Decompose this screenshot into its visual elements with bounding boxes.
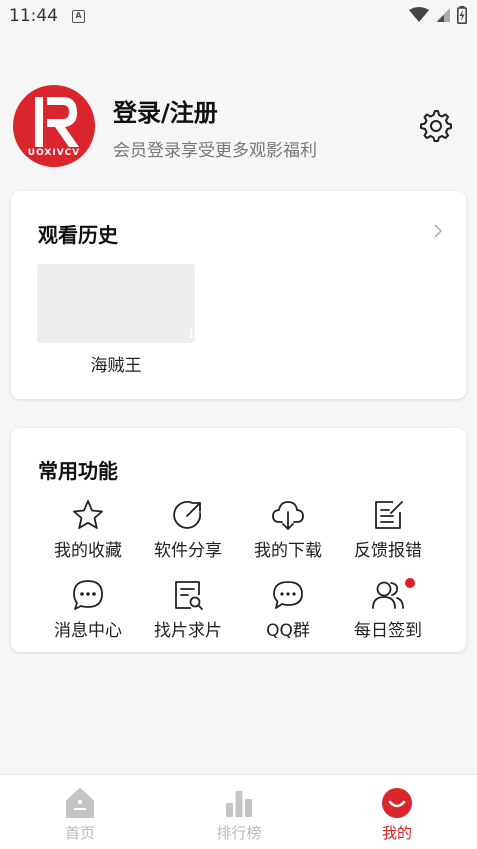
bar-chart-icon — [226, 791, 252, 817]
function-label: 软件分享 — [154, 541, 222, 561]
status-bar: 11:44 A — [0, 0, 477, 34]
signal-icon — [436, 8, 450, 22]
function-label: 消息中心 — [54, 621, 122, 641]
function-label: 每日签到 — [354, 621, 422, 641]
notification-badge — [405, 578, 415, 588]
status-time: 11:44 — [9, 6, 58, 26]
episode-number: 1 — [187, 327, 195, 341]
profile-header: UOXIVCV 登录/注册 会员登录享受更多观影福利 — [0, 80, 477, 172]
feedback-icon — [375, 501, 403, 529]
nav-ranking[interactable]: 排行榜 — [189, 787, 289, 843]
avatar[interactable]: UOXIVCV — [13, 85, 95, 167]
feedback-button[interactable]: 反馈报错 — [338, 498, 438, 561]
history-thumbnail: 1 — [37, 264, 195, 343]
history-item-title: 海贼王 — [90, 356, 142, 376]
nav-label: 排行榜 — [216, 824, 262, 842]
function-label: 反馈报错 — [354, 541, 422, 561]
nav-home[interactable]: 首页 — [30, 787, 130, 843]
share-app-button[interactable]: 软件分享 — [138, 498, 238, 561]
search-document-icon — [175, 581, 203, 610]
wifi-icon — [409, 7, 429, 22]
nav-label: 我的 — [381, 824, 412, 842]
share-icon — [173, 501, 202, 529]
function-label: 我的下载 — [254, 541, 322, 561]
users-icon — [372, 581, 404, 609]
function-label: 我的收藏 — [54, 541, 122, 561]
avatar-text: UOXIVCV — [27, 148, 81, 158]
notification-icon: A — [72, 10, 85, 23]
settings-button[interactable] — [417, 107, 453, 143]
smile-icon — [382, 788, 412, 818]
daily-checkin-button[interactable]: 每日签到 — [338, 578, 438, 641]
watch-history-card: 观看历史 1 海贼王 — [11, 191, 466, 399]
nav-mine[interactable]: 我的 — [347, 787, 447, 843]
qq-group-button[interactable]: QQ群 — [238, 578, 338, 641]
common-functions-title: 常用功能 — [38, 459, 118, 483]
request-movie-button[interactable]: 找片求片 — [138, 578, 238, 641]
home-icon — [66, 788, 94, 818]
nav-label: 首页 — [64, 824, 95, 842]
function-label: QQ群 — [266, 621, 310, 641]
login-subtitle: 会员登录享受更多观影福利 — [113, 141, 317, 161]
chevron-right-icon[interactable] — [432, 223, 444, 239]
login-register-link[interactable]: 登录/注册 — [113, 93, 218, 128]
bottom-navigation: 首页 排行榜 我的 — [0, 774, 477, 849]
cloud-download-icon — [272, 501, 304, 530]
chat-icon — [273, 581, 303, 609]
common-functions-card: 常用功能 我的收藏 软件分享 我的下载 反馈报错 消息中心 找片求片 QQ群 每… — [11, 428, 466, 652]
star-icon — [73, 500, 103, 529]
status-icons — [409, 6, 467, 24]
message-icon — [73, 580, 103, 610]
my-favorites-button[interactable]: 我的收藏 — [38, 498, 138, 561]
function-label: 找片求片 — [154, 621, 222, 641]
gear-icon — [420, 110, 452, 142]
my-downloads-button[interactable]: 我的下载 — [238, 498, 338, 561]
battery-charging-icon — [457, 6, 467, 24]
watch-history-title: 观看历史 — [38, 223, 118, 247]
history-item[interactable]: 1 海贼王 — [37, 264, 195, 376]
message-center-button[interactable]: 消息中心 — [38, 578, 138, 641]
